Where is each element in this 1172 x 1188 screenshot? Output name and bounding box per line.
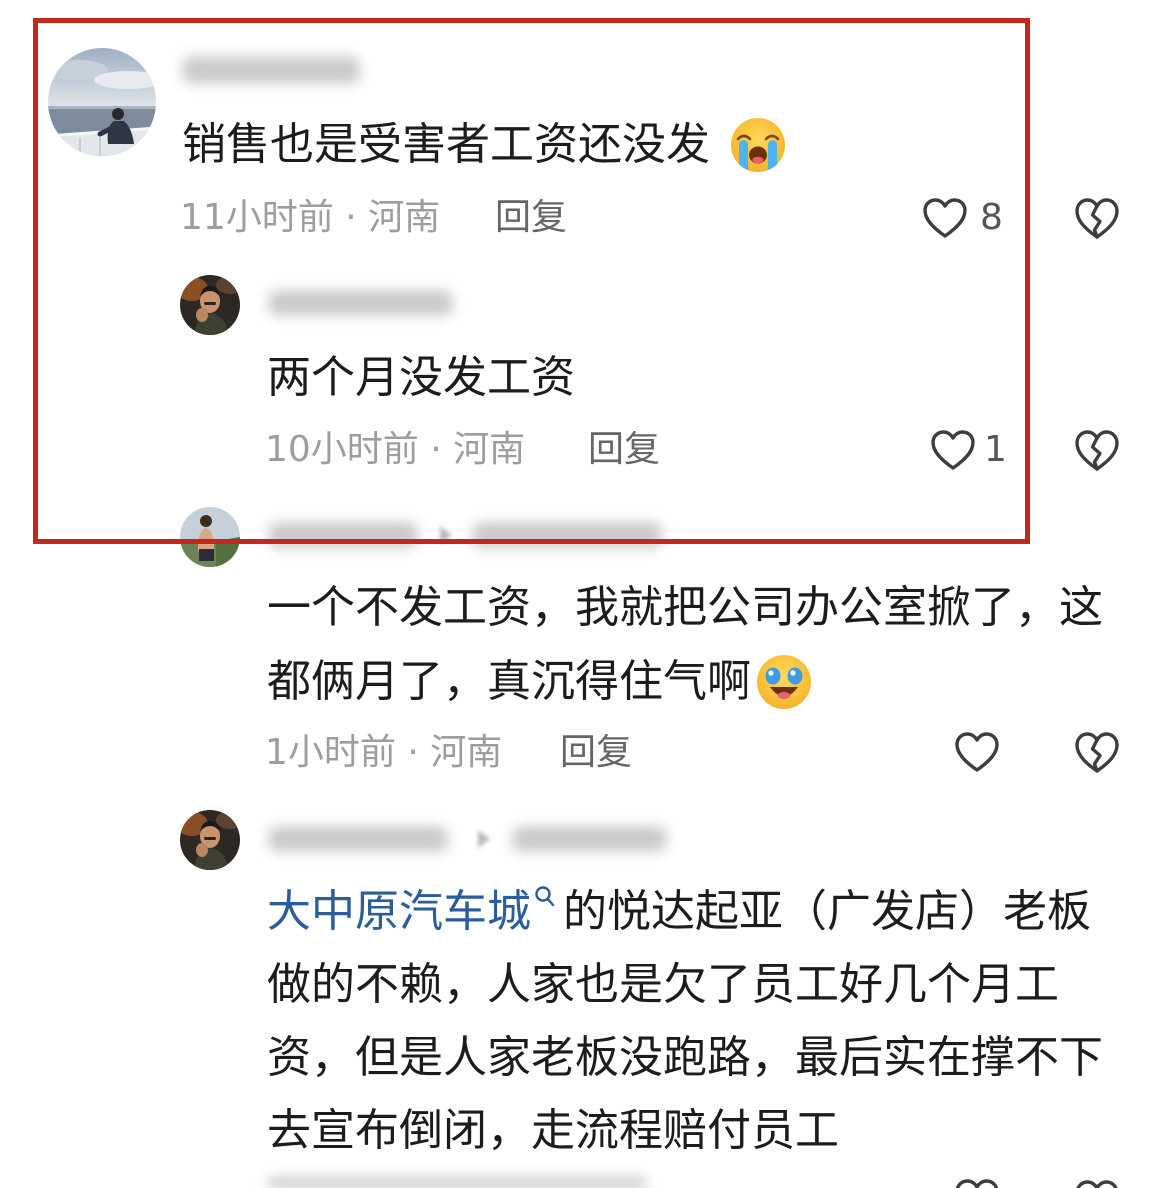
broken-heart-icon[interactable] [1073, 730, 1121, 774]
comment-text: 的悦达起亚（广发店）老板 [563, 886, 1091, 937]
blurred-reply-to-username[interactable] [472, 522, 662, 548]
reply-arrow-icon [478, 830, 490, 848]
avatar[interactable] [180, 507, 240, 567]
comment-time-location: 1小时前 · 河南 [265, 732, 503, 773]
laughing-crying-emoji [755, 653, 813, 711]
blurred-username[interactable] [268, 290, 453, 316]
comment-body: 大中原汽车城 的悦达起亚（广发店）老板 做的不赖，人家也是欠了员工好几个月工 资… [267, 875, 1103, 1167]
avatar[interactable] [180, 810, 240, 870]
comment-body: 两个月没发工资 [267, 341, 575, 415]
comment-time-location: 11小时前 · 河南 [180, 197, 441, 238]
comment-text: 一个不发工资，我就把公司办公室掀了，这 [267, 582, 1103, 633]
comment-text-line: 大中原汽车城 的悦达起亚（广发店）老板 [267, 875, 1103, 948]
heart-outline-icon[interactable] [954, 731, 1000, 773]
reply-button[interactable]: 回复 [495, 196, 567, 240]
broken-heart-icon[interactable] [1073, 428, 1121, 472]
blurred-username[interactable] [268, 522, 418, 548]
comment-text: 去宣布倒闭，走流程赔付员工 [267, 1105, 839, 1156]
comment-text-line: 做的不赖，人家也是欠了员工好几个月工 [267, 948, 1103, 1021]
blurred-username[interactable] [182, 56, 360, 84]
avatar[interactable] [180, 275, 240, 335]
comment-text: 资，但是人家老板没跑路，最后实在撑不下 [267, 1032, 1103, 1083]
highlight-box [33, 18, 1030, 544]
reply-button[interactable]: 回复 [588, 428, 660, 472]
blurred-username[interactable] [268, 826, 448, 852]
search-link[interactable]: 大中原汽车城 [267, 875, 531, 948]
reply-arrow-icon [440, 526, 452, 544]
comment-text-line: 去宣布倒闭，走流程赔付员工 [267, 1094, 1103, 1167]
like-count: 8 [980, 197, 1003, 238]
broken-heart-icon[interactable] [1073, 196, 1121, 240]
comment-text: 做的不赖，人家也是欠了员工好几个月工 [267, 959, 1059, 1010]
loudly-crying-emoji [729, 116, 787, 174]
heart-outline-icon[interactable] [954, 1178, 1000, 1188]
blurred-time-location [267, 1177, 647, 1188]
comment-text: 都俩月了，真沉得住气啊 [267, 656, 751, 707]
like-count: 1 [984, 429, 1007, 470]
heart-outline-icon[interactable] [930, 429, 976, 471]
broken-heart-icon[interactable] [1073, 1178, 1121, 1188]
comment-text-line: 资，但是人家老板没跑路，最后实在撑不下 [267, 1021, 1103, 1094]
comment-body: 一个不发工资，我就把公司办公室掀了，这 都俩月了，真沉得住气啊 [267, 571, 1103, 719]
blurred-reply-to-username[interactable] [512, 826, 667, 852]
avatar[interactable] [48, 48, 156, 156]
search-icon[interactable] [534, 885, 556, 909]
reply-button[interactable]: 回复 [560, 731, 632, 775]
heart-outline-icon[interactable] [922, 197, 968, 239]
comment-text-line: 都俩月了，真沉得住气啊 [267, 645, 1103, 719]
comment-text: 两个月没发工资 [267, 352, 575, 403]
comment-thread: 销售也是受害者工资还没发 11小时前 · 河南 回复 8 两个月没发工资 10小… [0, 0, 1172, 1188]
comment-text: 销售也是受害者工资还没发 [182, 119, 710, 170]
comment-text-line: 一个不发工资，我就把公司办公室掀了，这 [267, 571, 1103, 645]
comment-body: 销售也是受害者工资还没发 [182, 108, 787, 182]
comment-time-location: 10小时前 · 河南 [265, 429, 526, 470]
